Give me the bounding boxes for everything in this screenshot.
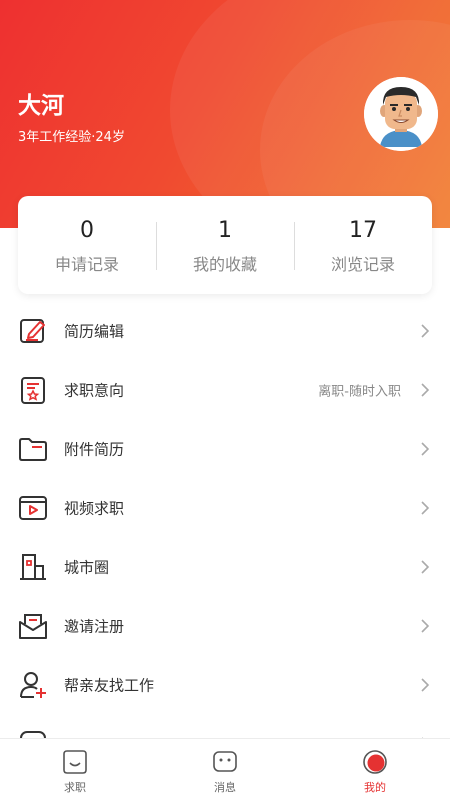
tab-messages[interactable]: 消息 [150, 739, 300, 801]
message-icon [213, 751, 237, 772]
stat-applications[interactable]: 0 申请记录 [18, 196, 156, 294]
menu-item-attachment-resume[interactable]: 附件简历 [0, 419, 450, 478]
tab-job-search[interactable]: 求职 [0, 739, 150, 801]
menu-item-label: 城市圈 [64, 558, 110, 576]
menu-item-label: 附件简历 [64, 440, 125, 458]
chevron-right-icon [421, 677, 430, 692]
menu-item-video-job[interactable]: 视频求职 [0, 478, 450, 537]
menu-item-resume-edit[interactable]: 简历编辑 [0, 301, 450, 360]
bottom-tab-bar: 求职 消息 我的 [0, 738, 450, 801]
menu-list: 简历编辑 求职意向 离职-随时入职 附件简历 视频求职 城市圈 邀请注册 帮亲友… [0, 301, 450, 773]
resume-edit-icon [20, 319, 45, 343]
chevron-right-icon [421, 323, 430, 338]
stats-card: 0 申请记录 1 我的收藏 17 浏览记录 [18, 196, 432, 294]
stat-favorites[interactable]: 1 我的收藏 [156, 196, 294, 294]
tab-mine[interactable]: 我的 [300, 739, 450, 801]
tab-label: 求职 [64, 781, 86, 794]
stat-value: 1 [218, 217, 232, 243]
chevron-right-icon [421, 618, 430, 633]
menu-item-label: 简历编辑 [64, 322, 125, 340]
menu-item-label: 邀请注册 [64, 617, 125, 635]
add-person-icon [20, 672, 46, 698]
menu-item-label: 帮亲友找工作 [64, 676, 155, 694]
menu-item-invite-register[interactable]: 邀请注册 [0, 596, 450, 655]
profile-header: 大河 3年工作经验·24岁 [0, 0, 450, 228]
menu-item-label: 求职意向 [64, 381, 125, 399]
tab-label: 消息 [214, 781, 236, 794]
stat-value: 17 [349, 217, 377, 243]
video-icon [19, 496, 47, 520]
menu-item-job-intention[interactable]: 求职意向 离职-随时入职 [0, 360, 450, 419]
menu-item-city-circle[interactable]: 城市圈 [0, 537, 450, 596]
mail-icon [19, 614, 47, 639]
building-icon [20, 554, 46, 580]
menu-item-help-friends[interactable]: 帮亲友找工作 [0, 655, 450, 714]
stat-label: 浏览记录 [330, 254, 395, 274]
chevron-right-icon [421, 441, 430, 456]
profile-icon [363, 750, 387, 774]
chevron-right-icon [421, 382, 430, 397]
avatar[interactable] [364, 77, 438, 151]
stat-label: 申请记录 [54, 254, 119, 274]
avatar-image [364, 77, 438, 151]
job-intention-icon [21, 377, 45, 404]
folder-icon [19, 438, 47, 461]
stat-history[interactable]: 17 浏览记录 [294, 196, 432, 294]
menu-item-value: 离职-随时入职 [318, 384, 401, 399]
tab-label: 我的 [364, 781, 386, 794]
chevron-right-icon [421, 500, 430, 515]
stat-value: 0 [80, 217, 94, 243]
user-name: 大河 [18, 93, 64, 119]
menu-item-label: 视频求职 [64, 499, 125, 517]
smile-face-icon [63, 750, 87, 774]
stat-label: 我的收藏 [192, 254, 257, 274]
user-meta: 3年工作经验·24岁 [18, 130, 125, 145]
chevron-right-icon [421, 559, 430, 574]
